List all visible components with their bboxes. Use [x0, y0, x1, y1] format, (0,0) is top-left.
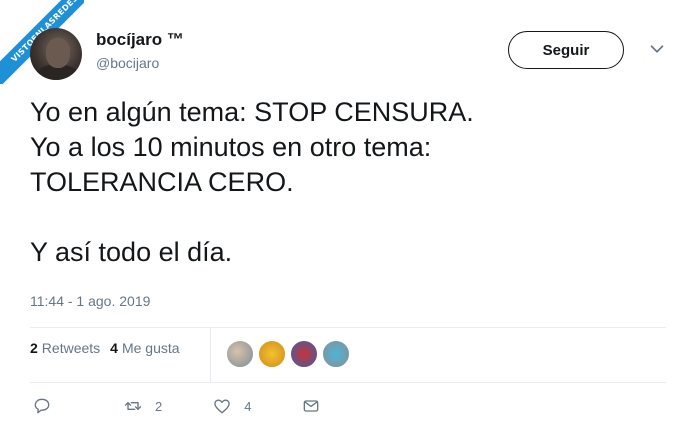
- retweets-stat[interactable]: 2 Retweets: [30, 340, 100, 356]
- avatar[interactable]: [258, 340, 286, 368]
- follow-button[interactable]: Seguir: [508, 31, 624, 69]
- message-button[interactable]: [301, 396, 321, 416]
- retweet-icon: [124, 402, 142, 410]
- retweet-button[interactable]: 2: [123, 396, 162, 416]
- divider: [30, 382, 666, 383]
- reply-button[interactable]: [32, 396, 52, 416]
- user-handle[interactable]: @bocijaro: [96, 55, 184, 71]
- avatar[interactable]: [226, 340, 254, 368]
- avatar[interactable]: [30, 28, 82, 80]
- tweet-header: bocíjaro ™ @bocijaro Seguir: [30, 28, 670, 80]
- avatar[interactable]: [322, 340, 350, 368]
- like-count: 4: [244, 398, 252, 414]
- likers-avatars: [226, 340, 350, 368]
- message-icon: [304, 400, 319, 412]
- tweet-timestamp[interactable]: 11:44 - 1 ago. 2019: [30, 293, 150, 309]
- like-icon: [214, 399, 230, 414]
- avatar[interactable]: [290, 340, 318, 368]
- display-name[interactable]: bocíjaro ™: [96, 30, 184, 50]
- stats-separator: [210, 328, 211, 382]
- action-bar: 2 4: [30, 396, 321, 416]
- reply-icon: [34, 398, 50, 414]
- divider: [30, 327, 666, 328]
- retweet-count: 2: [155, 398, 163, 414]
- likes-stat[interactable]: 4 Me gusta: [110, 340, 179, 356]
- like-button[interactable]: 4: [212, 396, 251, 416]
- engagement-stats: 2 Retweets 4 Me gusta: [30, 340, 180, 356]
- tweet-text: Yo en algún tema: STOP CENSURA. Yo a los…: [30, 97, 474, 267]
- chevron-down-icon[interactable]: [646, 38, 668, 60]
- user-info: bocíjaro ™ @bocijaro: [96, 30, 184, 71]
